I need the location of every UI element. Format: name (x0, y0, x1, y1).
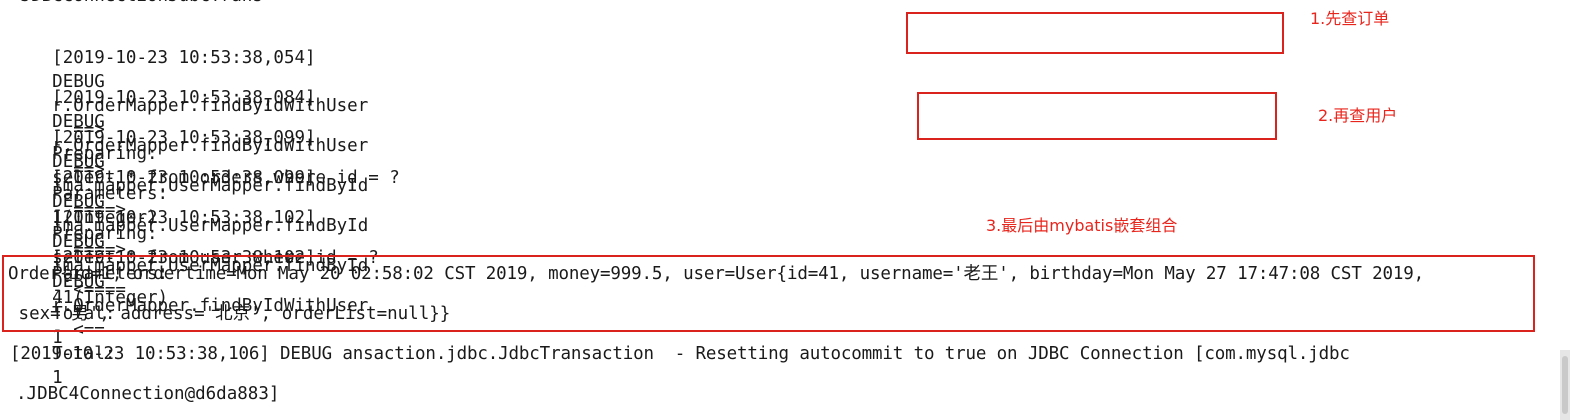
log-line: [2019-10-23 10:53:38,084] DEBUG r.OrderM… (10, 62, 382, 228)
highlight-box-user-sql (917, 92, 1277, 140)
log-line: [2019-10-23 10:53:38,054] DEBUG r.OrderM… (10, 22, 400, 188)
log-line-cut: •ЈDBCConnectionJdbcTrans (10, 0, 263, 8)
highlight-box-result (2, 255, 1535, 332)
annotation-note-3: 3.最后由mybatis嵌套组合 (986, 216, 1178, 235)
log-line: .JDBC4Connection@d6da883] (16, 384, 280, 404)
highlight-box-orders-sql (906, 12, 1284, 54)
console-output: •ЈDBCConnectionJdbcTrans [2019-10-23 10:… (0, 0, 1570, 420)
annotation-note-2: 2.再查用户 (1318, 106, 1398, 125)
log-line: [2019-10-23 10:53:38,099] DEBUG ima.mapp… (10, 102, 382, 268)
vertical-scrollbar[interactable] (1560, 350, 1570, 420)
log-line: [2019-10-23 10:53:38,106] DEBUG ansactio… (10, 344, 1350, 364)
log-line: [2019-10-23 10:53:38,099] DEBUG ima.mapp… (10, 142, 382, 308)
scrollbar-thumb[interactable] (1562, 356, 1568, 414)
annotation-note-1: 1.先查订单 (1310, 9, 1390, 28)
log-line: [2019-10-23 10:53:38,102] DEBUG r.OrderM… (10, 222, 382, 388)
log-line: [2019-10-23 10:53:38,102] DEBUG ima.mapp… (10, 182, 382, 348)
